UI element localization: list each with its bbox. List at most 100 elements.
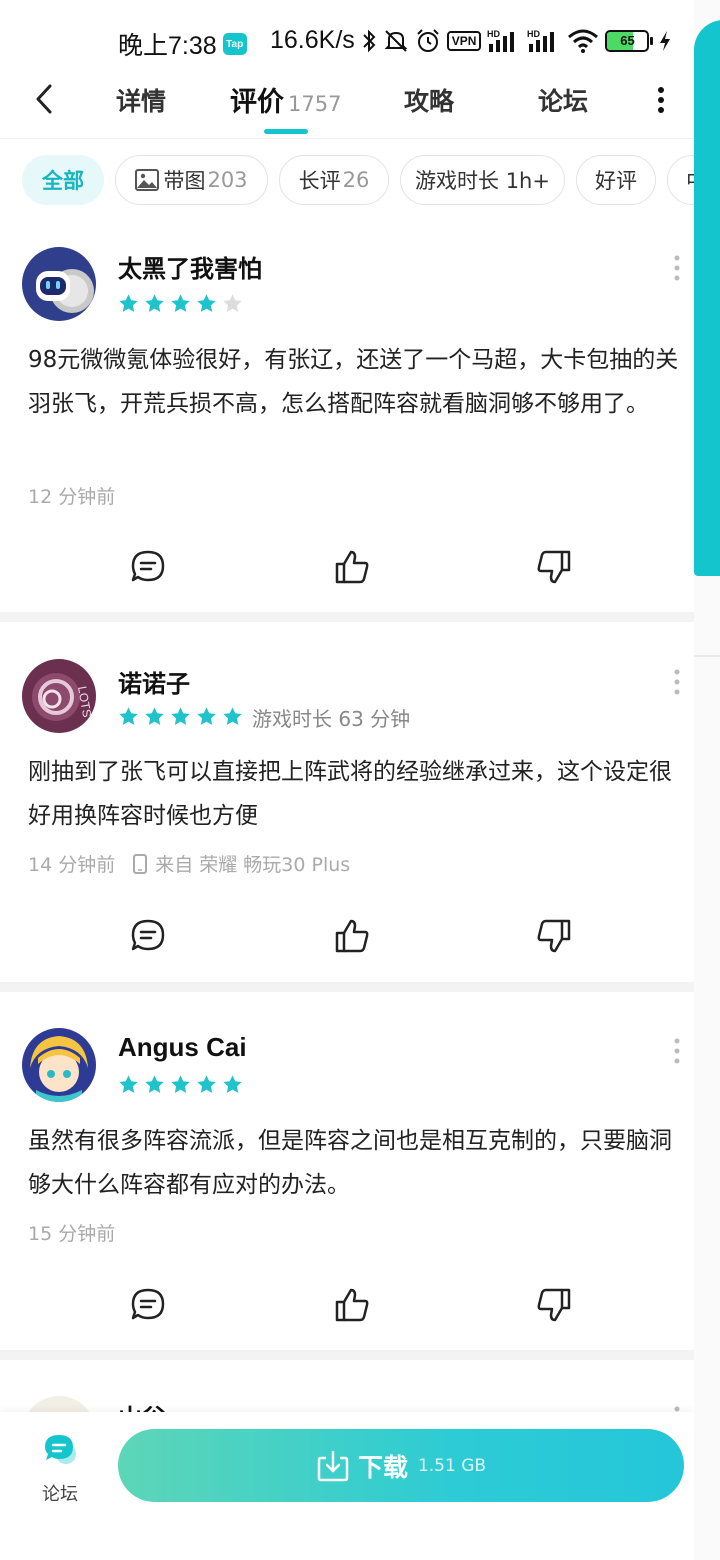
status-time: 晚上7:38 [118,32,217,60]
star-filled-icon [223,1075,242,1093]
review-more-icon[interactable] [672,1038,682,1064]
star-filled-icon [223,707,242,725]
download-label: 下载 [357,1452,408,1482]
review-card: Angus Cai 虽然有很多阵容流派，但是阵容之间也是相互克制的，只要脑洞够大… [0,992,694,1350]
review-card: 山谷 [0,1360,694,1420]
chip-label: 带图 [163,169,206,193]
download-size: 1.51 GB [417,1455,487,1476]
svg-text:HD: HD [487,29,500,39]
star-filled-icon [171,707,190,725]
download-button[interactable]: 下载 1.51 GB [118,1429,684,1502]
image-icon [135,169,160,191]
mute-bell-icon [384,29,408,52]
tab-label: 评价 [230,87,284,118]
thumbs-up-icon[interactable] [334,1287,370,1323]
chip-label: 中 [686,165,694,195]
card-separator [0,1350,694,1360]
card-separator [0,612,694,622]
forum-button[interactable]: 论坛 [36,1430,84,1506]
review-content[interactable]: 刚抽到了张飞可以直接把上阵武将的经验继承过来，这个设定很好用换阵容时候也方便 [28,750,684,838]
chip-count: 26 [342,168,370,192]
status-left: 晚上7:38 Tap [118,26,247,62]
nav-header: 详情 评价 1757 攻略 论坛 [0,82,694,138]
tap-app-icon: Tap [222,33,247,55]
tab-label: 攻略 [404,87,455,116]
filter-chip-all[interactable]: 全部 [22,155,104,205]
thumbs-up-icon[interactable] [334,549,370,585]
thumbs-down-icon[interactable] [536,1287,572,1323]
avatar[interactable] [22,247,96,321]
filter-chip-positive[interactable]: 好评 [576,155,656,205]
comment-icon[interactable] [130,1287,166,1323]
filter-chip-playtime[interactable]: 游戏时长 1h+ [400,155,565,205]
charging-icon [660,30,671,51]
alarm-icon [417,28,439,52]
review-card: LOTS 诺诺子 游戏时长 63 分钟 刚抽到了张飞可以直接把上阵武将的经验继承… [0,622,694,982]
bluetooth-icon [363,29,376,52]
active-tab-indicator [264,129,308,134]
star-filled-icon [119,707,138,725]
filter-chip-with-images[interactable]: 带图 203 [115,155,268,205]
review-more-icon[interactable] [672,669,682,695]
review-device: 来自 荣耀 畅玩30 Plus [155,854,351,876]
star-filled-icon [197,707,216,725]
tab-guides[interactable]: 攻略 [404,82,454,118]
review-count: 1757 [288,92,342,116]
anime-avatar-icon [22,1028,96,1102]
battery-level: 65 [620,33,635,48]
wifi-icon [568,29,599,53]
robot-avatar-icon [22,247,96,321]
review-page: 晚上7:38 Tap 16.6K/s VPN HD HD 65 详情 评价 17… [0,0,694,1560]
vpn-icon: VPN [446,30,482,51]
filter-chip-long-review[interactable]: 长评 26 [279,155,389,205]
star-filled-icon [145,707,164,725]
chip-label: 好评 [595,169,637,193]
star-filled-icon [119,294,138,312]
net-speed: 16.6K/s [270,26,355,54]
more-options-icon[interactable] [654,86,668,114]
avatar[interactable]: LOTS [22,659,96,733]
review-more-icon[interactable] [672,255,682,281]
star-filled-icon [119,1075,138,1093]
filter-chips: 全部 带图203 长评26 游戏时长 1h+ 好评 中 [0,139,694,221]
comment-icon[interactable] [130,549,166,585]
review-content[interactable]: 虽然有很多阵容流派，但是阵容之间也是相互克制的，只要脑洞够大什么阵容都有应对的办… [28,1119,684,1207]
star-filled-icon [171,1075,190,1093]
side-panel-divider [694,655,720,657]
thumbs-down-icon[interactable] [536,549,572,585]
review-time: 14 分钟前 [28,854,116,876]
tab-forum[interactable]: 论坛 [538,82,588,118]
svg-text:HD: HD [527,29,540,39]
tab-details[interactable]: 详情 [116,82,166,118]
star-filled-icon [145,294,164,312]
review-content[interactable]: 98元微微氪体验很好，有张辽，还送了一个马超，大卡包抽的关羽张飞，开荒兵损不高，… [28,338,684,426]
username[interactable]: Angus Cai [118,1032,247,1063]
star-filled-icon [197,294,216,312]
thumbs-up-icon[interactable] [334,918,370,954]
status-right: 16.6K/s VPN HD HD 65 [270,26,671,55]
battery-tip [650,36,654,45]
avatar[interactable] [22,1028,96,1102]
star-filled-icon [197,1075,216,1093]
back-arrow-icon[interactable] [30,84,60,114]
chip-label: 游戏时长 1h+ [415,169,550,193]
review-meta: 14 分钟前 来自 荣耀 畅玩30 Plus [28,850,350,877]
tab-reviews[interactable]: 评价 1757 [230,80,341,119]
chip-label: 长评 [298,169,341,193]
review-card: 太黑了我害怕 98元微微氪体验很好，有张辽，还送了一个马超，大卡包抽的关羽张飞，… [0,221,694,613]
playtime: 游戏时长 63 分钟 [252,707,411,731]
username[interactable]: 太黑了我害怕 [118,249,262,284]
download-icon [317,1450,349,1481]
review-meta: 15 分钟前 [28,1219,115,1246]
thumbs-down-icon[interactable] [536,918,572,954]
chip-count: 203 [207,168,248,192]
forum-chat-icon [45,1435,76,1464]
chip-label: 全部 [42,169,84,193]
star-rating [118,1074,243,1095]
review-time: 12 分钟前 [28,486,116,508]
comment-icon[interactable] [130,918,166,954]
star-rating [118,293,243,314]
filter-chip-neutral[interactable]: 中 [667,155,694,205]
username[interactable]: 诺诺子 [118,664,190,699]
phone-icon [133,853,148,874]
